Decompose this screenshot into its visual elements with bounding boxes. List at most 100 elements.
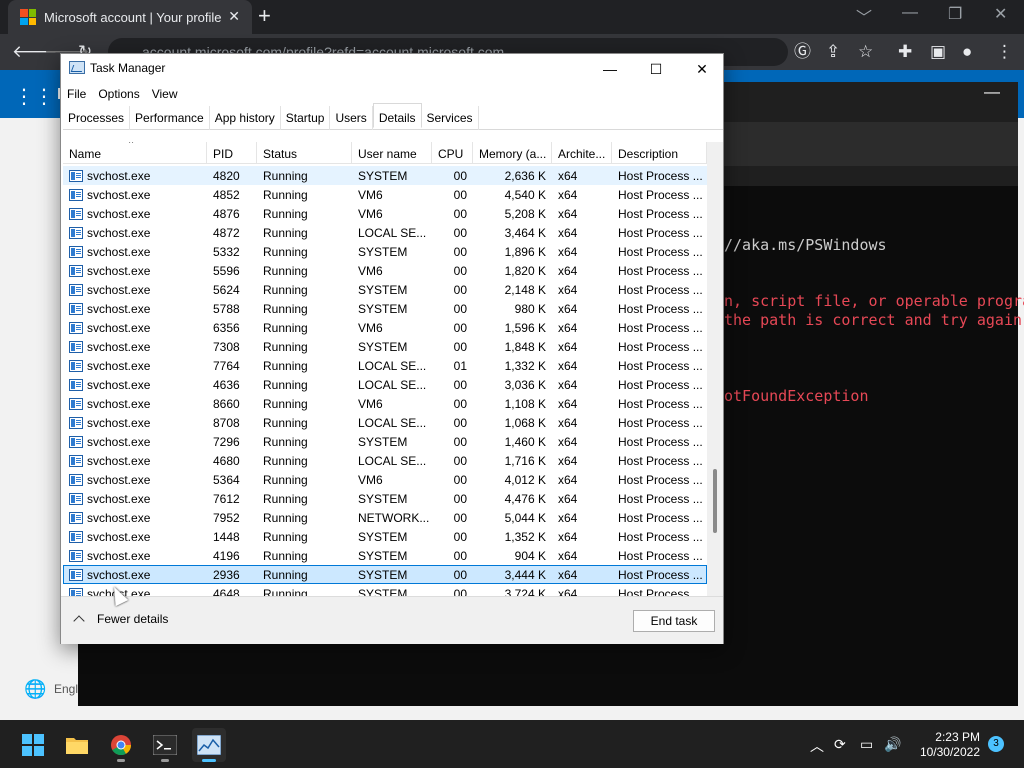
browser-minimize-button[interactable]: —	[902, 4, 918, 22]
task-manager-titlebar[interactable]: Task Manager — ☐ ✕	[61, 54, 723, 82]
table-row[interactable]: svchost.exe 4680 Running LOCAL SE... 00 1,716…	[63, 451, 707, 470]
cell-name: svchost.exe	[63, 318, 207, 337]
browser-tab[interactable]: Microsoft account | Your profile ✕	[8, 0, 252, 34]
new-tab-button[interactable]: +	[258, 4, 271, 28]
column-header-pid[interactable]: PID	[207, 142, 257, 164]
tab-users[interactable]: Users	[330, 106, 373, 130]
column-header-architecture[interactable]: Archite...	[552, 142, 612, 164]
share-icon[interactable]: ⇪	[826, 42, 840, 62]
cell-description: Host Process ...	[618, 264, 703, 278]
table-row[interactable]: svchost.exe 4196 Running SYSTEM 00 904 K x64 Ho…	[63, 546, 707, 565]
sync-icon[interactable]: ⟳	[834, 736, 846, 753]
cell-memory: 980 K	[514, 302, 546, 316]
display-icon[interactable]: ▭	[860, 736, 873, 753]
browser-close-button[interactable]: ✕	[994, 4, 1007, 24]
column-header-label: Archite...	[558, 147, 606, 161]
menu-item-file[interactable]: File	[61, 82, 92, 106]
system-clock[interactable]: 2:23 PM 10/30/2022	[910, 730, 980, 760]
cell-architecture: x64	[558, 492, 578, 506]
fewer-details-toggle[interactable]: Fewer details	[73, 612, 168, 627]
profile-icon[interactable]: ●	[962, 42, 972, 62]
column-header-description[interactable]: Description	[612, 142, 707, 164]
start-button[interactable]	[16, 728, 50, 762]
menu-item-view[interactable]: View	[146, 82, 184, 106]
table-row[interactable]: svchost.exe 8708 Running LOCAL SE... 00 1,068…	[63, 413, 707, 432]
tab-services[interactable]: Services	[422, 106, 479, 130]
table-row[interactable]: svchost.exe 5624 Running SYSTEM 00 2,148 K x64…	[63, 280, 707, 299]
cell-pid: 7308	[213, 340, 240, 354]
terminal-minimize-button[interactable]: —	[984, 84, 1000, 102]
table-row[interactable]: svchost.exe 7612 Running SYSTEM 00 4,476 K x64…	[63, 489, 707, 508]
terminal-button[interactable]	[148, 728, 182, 762]
end-task-button[interactable]: End task	[633, 610, 715, 632]
cell-cpu: 01	[453, 359, 467, 373]
cell-user-name: LOCAL SE...	[358, 378, 427, 392]
tab-processes[interactable]: Processes	[63, 106, 131, 130]
table-row[interactable]: svchost.exe 4872 Running LOCAL SE... 00 3,464…	[63, 223, 707, 242]
menu-item-options[interactable]: Options	[92, 82, 145, 106]
terminal-line: the path is correct and try again	[724, 311, 1023, 329]
clock-time: 2:23 PM	[935, 730, 980, 744]
cell-name: svchost.exe	[63, 413, 207, 432]
tab-startup[interactable]: Startup	[281, 106, 331, 130]
bookmark-star-icon[interactable]: ☆	[858, 42, 873, 62]
table-row[interactable]: svchost.exe 5364 Running VM6 00 4,012 K x64 Hos…	[63, 470, 707, 489]
extensions-icon[interactable]: ✚	[898, 42, 912, 62]
column-header-name[interactable]: Name ^	[63, 142, 207, 164]
cell-memory: 1,848 K	[504, 340, 546, 354]
task-manager-taskbar-button[interactable]	[192, 728, 226, 762]
language-selector[interactable]: Engli	[54, 682, 81, 696]
notification-badge[interactable]: 3	[988, 736, 1004, 752]
cell-cpu: 00	[453, 207, 467, 221]
table-row[interactable]: svchost.exe 7952 Running NETWORK... 00 5,044 …	[63, 508, 707, 527]
file-explorer-button[interactable]	[60, 728, 94, 762]
table-row[interactable]: svchost.exe 4820 Running SYSTEM 00 2,636 K x64…	[63, 166, 707, 185]
column-header-user-name[interactable]: User name	[352, 142, 432, 164]
cell-memory: 4,012 K	[504, 473, 546, 487]
table-row[interactable]: svchost.exe 4876 Running VM6 00 5,208 K x64 Hos…	[63, 204, 707, 223]
chrome-icon	[111, 735, 132, 756]
terminal-tab[interactable]	[722, 122, 1018, 166]
table-row[interactable]: svchost.exe 8660 Running VM6 00 1,108 K x64 Hos…	[63, 394, 707, 413]
table-row[interactable]: svchost.exe 6356 Running VM6 00 1,596 K x64 Hos…	[63, 318, 707, 337]
tab-app-history[interactable]: App history	[210, 106, 281, 130]
chrome-button[interactable]	[104, 728, 138, 762]
table-row[interactable]: svchost.exe 7764 Running LOCAL SE... 01 1,332…	[63, 356, 707, 375]
cell-architecture: x64	[558, 397, 578, 411]
sort-ascending-icon: ^	[129, 142, 134, 148]
cell-cpu: 00	[453, 473, 467, 487]
menu-kebab-icon[interactable]: ⋮	[996, 42, 1013, 62]
column-header-memory[interactable]: Memory (a...	[473, 142, 552, 164]
table-row[interactable]: svchost.exe 4648 Running SYSTEM 00 3,724 K x64…	[63, 584, 707, 596]
minimize-button[interactable]: —	[587, 58, 633, 80]
tab-performance[interactable]: Performance	[130, 106, 210, 130]
cell-architecture: x64	[558, 245, 578, 259]
table-row[interactable]: svchost.exe 7296 Running SYSTEM 00 1,460 K x64…	[63, 432, 707, 451]
table-row[interactable]: svchost.exe 5788 Running SYSTEM 00 980 K x64 Ho…	[63, 299, 707, 318]
cell-pid: 5596	[213, 264, 240, 278]
scrollbar-thumb[interactable]	[713, 469, 717, 533]
vertical-scrollbar[interactable]	[707, 142, 723, 596]
table-row[interactable]: svchost.exe 2936 Running SYSTEM 00 3,444 K x64…	[63, 565, 707, 584]
cell-cpu: 00	[453, 321, 467, 335]
browser-restore-button[interactable]: ❐	[948, 4, 962, 24]
table-row[interactable]: svchost.exe 4852 Running VM6 00 4,540 K x64 Hos…	[63, 185, 707, 204]
table-row[interactable]: svchost.exe 1448 Running SYSTEM 00 1,352 K x64…	[63, 527, 707, 546]
table-row[interactable]: svchost.exe 5332 Running SYSTEM 00 1,896 K x64…	[63, 242, 707, 261]
table-row[interactable]: svchost.exe 4636 Running LOCAL SE... 00 3,036…	[63, 375, 707, 394]
table-row[interactable]: svchost.exe 5596 Running VM6 00 1,820 K x64 Hos…	[63, 261, 707, 280]
volume-icon[interactable]: 🔊	[884, 736, 901, 753]
table-row[interactable]: svchost.exe 7308 Running SYSTEM 00 1,848 K x64…	[63, 337, 707, 356]
show-hidden-icons-chevron-icon[interactable]: ︿	[810, 736, 824, 756]
maximize-button[interactable]: ☐	[633, 58, 679, 80]
tab-search-icon[interactable]: ﹀	[856, 4, 872, 28]
tab-close-icon[interactable]: ✕	[228, 8, 240, 25]
column-header-status[interactable]: Status	[257, 142, 352, 164]
globe-icon[interactable]: 🌐	[24, 679, 46, 700]
tab-details[interactable]: Details	[372, 103, 422, 128]
cell-description: Host Process ...	[618, 416, 703, 430]
close-button[interactable]: ✕	[679, 58, 725, 80]
side-panel-icon[interactable]: ▣	[930, 42, 946, 62]
column-header-cpu[interactable]: CPU	[432, 142, 473, 164]
google-icon[interactable]: Ⓖ	[794, 42, 811, 62]
